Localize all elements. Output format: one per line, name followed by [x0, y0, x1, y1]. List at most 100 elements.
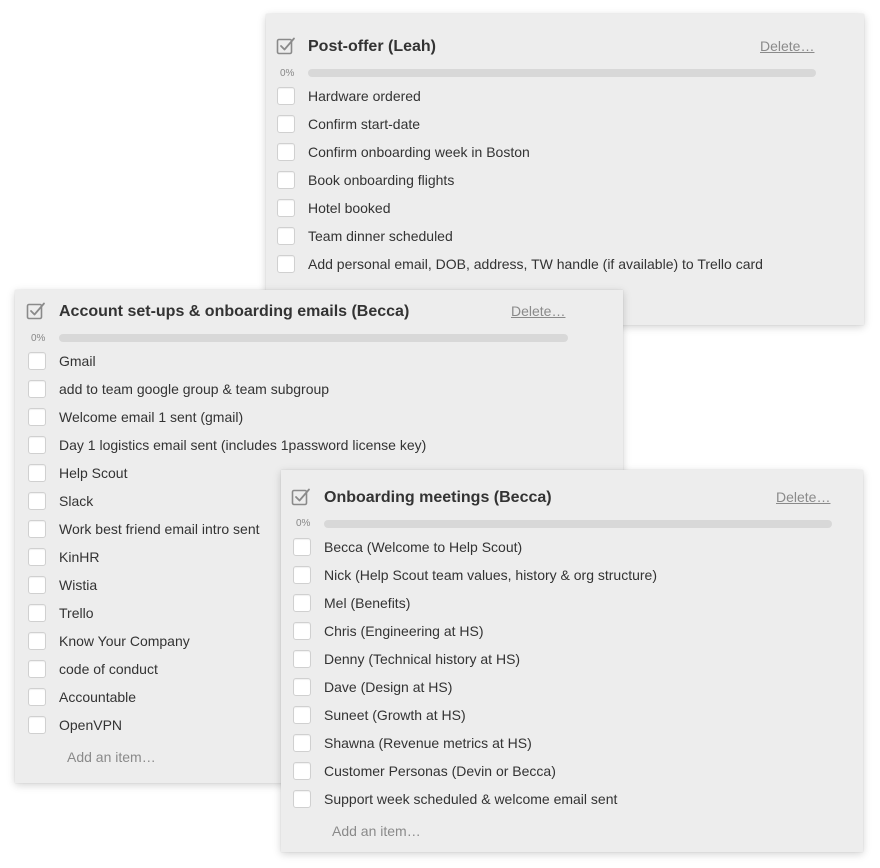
item-checkbox[interactable]	[28, 492, 46, 510]
item-checkbox[interactable]	[277, 87, 295, 105]
item-label[interactable]: Welcome email 1 sent (gmail)	[59, 409, 243, 425]
item-label[interactable]: Book onboarding flights	[308, 172, 454, 188]
item-label[interactable]: Mel (Benefits)	[324, 595, 410, 611]
checklist-item: Customer Personas (Devin or Becca)	[281, 758, 863, 786]
item-label[interactable]: Chris (Engineering at HS)	[324, 623, 484, 639]
checklist-title[interactable]: Account set-ups & onboarding emails (Bec…	[59, 303, 409, 321]
checklist-item: Suneet (Growth at HS)	[281, 702, 863, 730]
checklist-item: Add personal email, DOB, address, TW han…	[266, 251, 864, 279]
item-label[interactable]: KinHR	[59, 549, 99, 565]
checklist-item: Welcome email 1 sent (gmail)	[15, 404, 623, 432]
checklist-icon	[26, 301, 46, 321]
item-label[interactable]: Denny (Technical history at HS)	[324, 651, 520, 667]
item-checkbox[interactable]	[293, 678, 311, 696]
item-checkbox[interactable]	[28, 576, 46, 594]
item-label[interactable]: Slack	[59, 493, 93, 509]
progress-bar	[59, 334, 568, 342]
item-checkbox[interactable]	[277, 115, 295, 133]
checklist-item: Nick (Help Scout team values, history & …	[281, 562, 863, 590]
checklist-post-offer: Post-offer (Leah) Delete… 0% Hardware or…	[266, 14, 864, 325]
checklist-icon	[291, 487, 311, 507]
item-checkbox[interactable]	[293, 538, 311, 556]
item-label[interactable]: Confirm onboarding week in Boston	[308, 144, 530, 160]
checklist-title[interactable]: Onboarding meetings (Becca)	[324, 489, 552, 507]
progress-bar	[308, 69, 816, 77]
item-label[interactable]: Shawna (Revenue metrics at HS)	[324, 735, 532, 751]
item-checkbox[interactable]	[28, 604, 46, 622]
item-checkbox[interactable]	[28, 352, 46, 370]
item-checkbox[interactable]	[293, 790, 311, 808]
checklist-header: Onboarding meetings (Becca) Delete…	[281, 470, 863, 510]
item-checkbox[interactable]	[28, 520, 46, 538]
checklist-item: Book onboarding flights	[266, 167, 864, 195]
item-label[interactable]: Work best friend email intro sent	[59, 521, 260, 537]
item-checkbox[interactable]	[28, 716, 46, 734]
item-label[interactable]: OpenVPN	[59, 717, 122, 733]
checklist-item: add to team google group & team subgroup	[15, 376, 623, 404]
item-label[interactable]: Nick (Help Scout team values, history & …	[324, 567, 657, 583]
item-label[interactable]: Gmail	[59, 353, 96, 369]
item-label[interactable]: Wistia	[59, 577, 97, 593]
checklist-items: Becca (Welcome to Help Scout) Nick (Help …	[281, 534, 863, 814]
item-label[interactable]: Day 1 logistics email sent (includes 1pa…	[59, 437, 426, 453]
checklist-title[interactable]: Post-offer (Leah)	[308, 38, 436, 56]
item-label[interactable]: Customer Personas (Devin or Becca)	[324, 763, 556, 779]
item-label[interactable]: Accountable	[59, 689, 136, 705]
checklist-items: Hardware ordered Confirm start-date Confir…	[266, 83, 864, 279]
item-checkbox[interactable]	[277, 199, 295, 217]
delete-checklist-link[interactable]: Delete…	[760, 38, 814, 54]
checklist-item: Denny (Technical history at HS)	[281, 646, 863, 674]
item-checkbox[interactable]	[293, 594, 311, 612]
checklist-item: Gmail	[15, 348, 623, 376]
item-checkbox[interactable]	[293, 762, 311, 780]
item-label[interactable]: Trello	[59, 605, 94, 621]
item-label[interactable]: Add personal email, DOB, address, TW han…	[308, 256, 763, 272]
item-label[interactable]: Support week scheduled & welcome email s…	[324, 791, 617, 807]
item-label[interactable]: Hotel booked	[308, 200, 391, 216]
item-checkbox[interactable]	[277, 171, 295, 189]
delete-checklist-link[interactable]: Delete…	[776, 489, 830, 505]
progress-percent: 0%	[296, 518, 311, 529]
checklist-item: Hotel booked	[266, 195, 864, 223]
item-label[interactable]: Dave (Design at HS)	[324, 679, 452, 695]
progress-percent: 0%	[31, 333, 46, 344]
progress-percent: 0%	[280, 68, 295, 79]
item-label[interactable]: Suneet (Growth at HS)	[324, 707, 466, 723]
item-checkbox[interactable]	[293, 622, 311, 640]
checklist-item: Shawna (Revenue metrics at HS)	[281, 730, 863, 758]
checklist-item: Mel (Benefits)	[281, 590, 863, 618]
checklist-item: Chris (Engineering at HS)	[281, 618, 863, 646]
item-checkbox[interactable]	[277, 143, 295, 161]
item-checkbox[interactable]	[28, 380, 46, 398]
item-checkbox[interactable]	[28, 548, 46, 566]
item-checkbox[interactable]	[293, 706, 311, 724]
add-item-button[interactable]: Add an item…	[332, 823, 421, 839]
checklist-item: Becca (Welcome to Help Scout)	[281, 534, 863, 562]
add-item-button[interactable]: Add an item…	[67, 749, 156, 765]
checklist-header: Account set-ups & onboarding emails (Bec…	[15, 290, 623, 330]
item-checkbox[interactable]	[28, 408, 46, 426]
item-checkbox[interactable]	[277, 255, 295, 273]
item-label[interactable]: Know Your Company	[59, 633, 190, 649]
item-checkbox[interactable]	[28, 660, 46, 678]
checklist-item: Confirm onboarding week in Boston	[266, 139, 864, 167]
item-checkbox[interactable]	[28, 632, 46, 650]
item-label[interactable]: code of conduct	[59, 661, 158, 677]
checklist-item: Support week scheduled & welcome email s…	[281, 786, 863, 814]
item-checkbox[interactable]	[293, 734, 311, 752]
item-label[interactable]: Hardware ordered	[308, 88, 421, 104]
item-checkbox[interactable]	[277, 227, 295, 245]
item-label[interactable]: Team dinner scheduled	[308, 228, 453, 244]
item-label[interactable]: add to team google group & team subgroup	[59, 381, 329, 397]
item-checkbox[interactable]	[293, 650, 311, 668]
item-checkbox[interactable]	[28, 436, 46, 454]
item-label[interactable]: Confirm start-date	[308, 116, 420, 132]
delete-checklist-link[interactable]: Delete…	[511, 303, 565, 319]
progress-bar	[324, 520, 832, 528]
item-checkbox[interactable]	[293, 566, 311, 584]
item-checkbox[interactable]	[28, 688, 46, 706]
checklist-icon	[276, 36, 296, 56]
item-label[interactable]: Help Scout	[59, 465, 127, 481]
item-label[interactable]: Becca (Welcome to Help Scout)	[324, 539, 522, 555]
item-checkbox[interactable]	[28, 464, 46, 482]
